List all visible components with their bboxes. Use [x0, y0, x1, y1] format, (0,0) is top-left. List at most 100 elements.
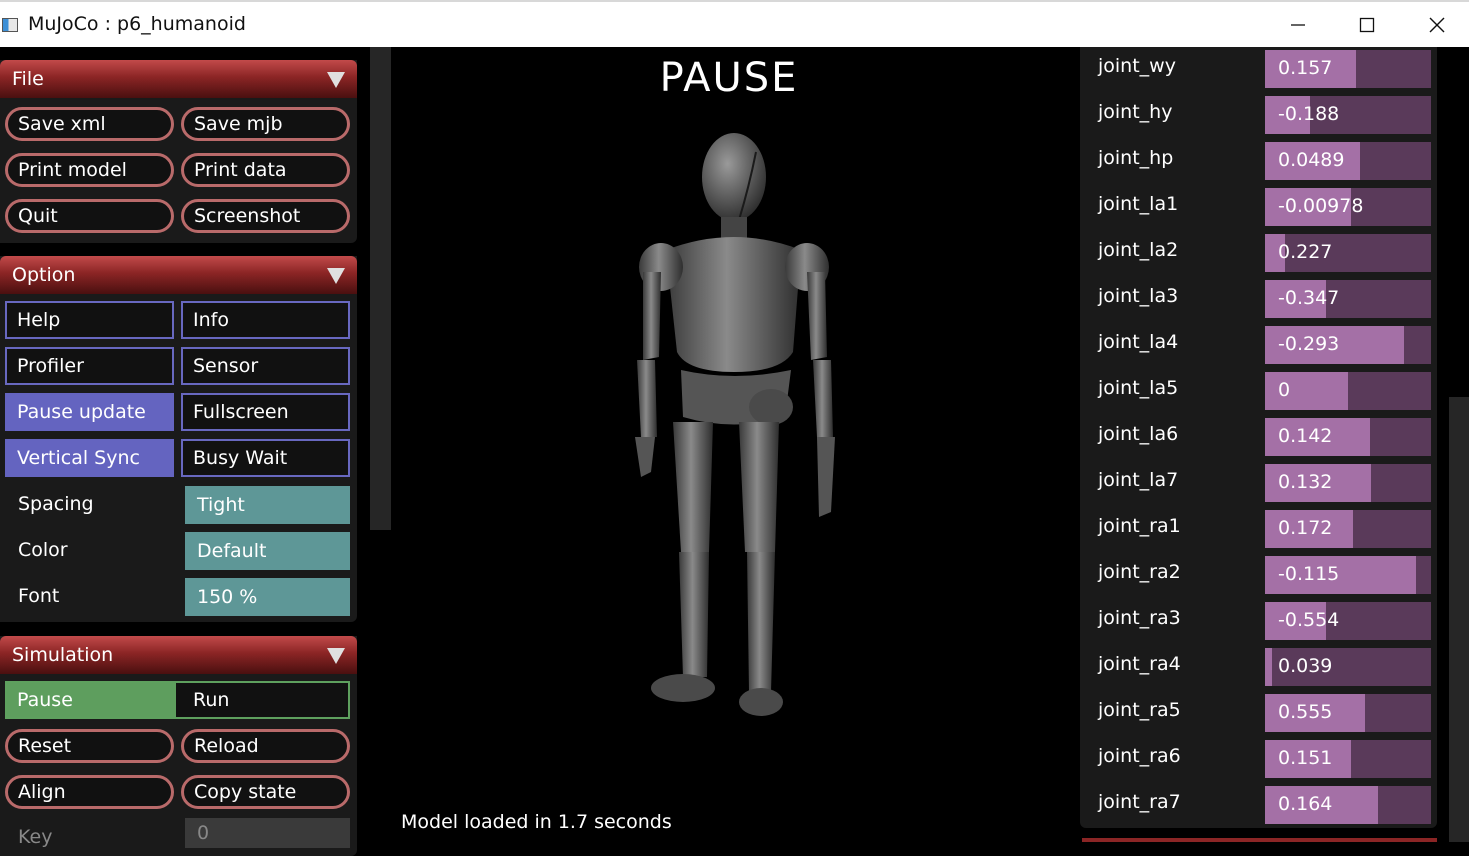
joint-row: joint_ra4 0.039 [1080, 645, 1437, 691]
joint-row: joint_hy -0.188 [1080, 93, 1437, 139]
window-title: MuJoCo : p6_humanoid [28, 13, 246, 35]
reset-button[interactable]: Reset [5, 729, 174, 763]
simulation-section-header[interactable]: Simulation [0, 636, 357, 674]
joint-name: joint_la7 [1098, 469, 1179, 491]
minimize-icon [1291, 24, 1305, 26]
joint-slider[interactable]: -0.554 [1265, 602, 1431, 640]
key-label: Key [18, 826, 53, 848]
left-panel-scrollbar[interactable] [370, 47, 391, 842]
screenshot-button[interactable]: Screenshot [181, 199, 350, 233]
close-icon [1429, 17, 1445, 33]
triangle-down-icon [327, 72, 345, 88]
joint-value: -0.347 [1278, 287, 1340, 309]
joint-row: joint_la6 0.142 [1080, 415, 1437, 461]
pause-update-toggle[interactable]: Pause update [5, 393, 174, 431]
joint-value: 0.132 [1278, 471, 1333, 493]
joint-row: joint_la4 -0.293 [1080, 323, 1437, 369]
joint-slider[interactable]: 0.039 [1265, 648, 1431, 686]
joint-value: -0.188 [1278, 103, 1340, 125]
joint-row: joint_la7 0.132 [1080, 461, 1437, 507]
joint-slider[interactable]: 0.132 [1265, 464, 1431, 502]
joint-value: 0.039 [1278, 655, 1333, 677]
joint-row: joint_la2 0.227 [1080, 231, 1437, 277]
profiler-toggle[interactable]: Profiler [5, 347, 174, 385]
quit-button[interactable]: Quit [5, 199, 174, 233]
run-option[interactable]: Run [183, 683, 348, 717]
joint-name: joint_la2 [1098, 239, 1179, 261]
pause-option[interactable]: Pause [7, 683, 176, 717]
print-model-button[interactable]: Print model [5, 153, 174, 187]
option-section-header[interactable]: Option [0, 256, 357, 294]
joint-row: joint_la3 -0.347 [1080, 277, 1437, 323]
right-ui-panel: joint_wy 0.157 joint_hy -0.188 joint_hp 0.048… [1067, 47, 1469, 842]
copy-state-button[interactable]: Copy state [181, 775, 350, 809]
file-section-title: File [12, 68, 44, 90]
pause-overlay: PAUSE [659, 55, 799, 101]
minimize-button[interactable] [1268, 6, 1328, 44]
joint-name: joint_ra6 [1098, 745, 1181, 767]
joint-slider[interactable]: 0.0489 [1265, 142, 1431, 180]
joint-name: joint_la6 [1098, 423, 1179, 445]
print-data-button[interactable]: Print data [181, 153, 350, 187]
joint-name: joint_ra4 [1098, 653, 1181, 675]
joint-slider[interactable]: 0.157 [1265, 50, 1431, 88]
save-mjb-button[interactable]: Save mjb [181, 107, 350, 141]
3d-viewport[interactable]: PAUSE Model loaded in 1.7 seconds [391, 47, 1067, 842]
simulation-section: Simulation Pause Run Reset Reload Align … [0, 636, 357, 856]
next-section-header-edge [1082, 838, 1437, 842]
joint-slider[interactable]: 0.227 [1265, 234, 1431, 272]
joint-slider[interactable]: -0.00978 [1265, 188, 1431, 226]
right-panel-scrollbar[interactable] [1449, 397, 1469, 842]
joint-name: joint_hp [1098, 147, 1174, 169]
joint-value: -0.554 [1278, 609, 1340, 631]
spacing-select[interactable]: Tight [185, 486, 350, 524]
joint-value: 0 [1278, 379, 1291, 401]
joint-slider[interactable]: 0.164 [1265, 786, 1431, 824]
joint-row: joint_ra6 0.151 [1080, 737, 1437, 783]
reload-button[interactable]: Reload [181, 729, 350, 763]
joint-value: -0.00978 [1278, 195, 1364, 217]
joint-row: joint_ra3 -0.554 [1080, 599, 1437, 645]
joint-slider[interactable]: 0.142 [1265, 418, 1431, 456]
joint-value: 0.0489 [1278, 149, 1345, 171]
align-button[interactable]: Align [5, 775, 174, 809]
info-toggle[interactable]: Info [181, 301, 350, 339]
window-titlebar: MuJoCo : p6_humanoid [0, 0, 1469, 47]
joint-slider[interactable]: -0.293 [1265, 326, 1431, 364]
joint-name: joint_ra7 [1098, 791, 1181, 813]
color-select[interactable]: Default [185, 532, 350, 570]
run-mode-radio: Pause Run [5, 681, 350, 719]
joint-value: 0.142 [1278, 425, 1333, 447]
option-section-title: Option [12, 264, 76, 286]
close-button[interactable] [1407, 6, 1467, 44]
option-section: Option Help Info Profiler Sensor Pause u… [0, 256, 357, 622]
key-slider[interactable]: 0 [185, 818, 350, 848]
joint-value: 0.227 [1278, 241, 1333, 263]
joint-slider[interactable]: -0.188 [1265, 96, 1431, 134]
file-section-header[interactable]: File [0, 60, 357, 98]
joint-slider[interactable]: 0.555 [1265, 694, 1431, 732]
joint-value: -0.115 [1278, 563, 1340, 585]
joint-row: joint_la1 -0.00978 [1080, 185, 1437, 231]
joint-slider[interactable]: 0 [1265, 372, 1431, 410]
sensor-toggle[interactable]: Sensor [181, 347, 350, 385]
help-toggle[interactable]: Help [5, 301, 174, 339]
joint-name: joint_ra5 [1098, 699, 1181, 721]
joint-name: joint_la4 [1098, 331, 1179, 353]
save-xml-button[interactable]: Save xml [5, 107, 174, 141]
vertical-sync-toggle[interactable]: Vertical Sync [5, 439, 174, 477]
joint-slider[interactable]: -0.347 [1265, 280, 1431, 318]
joint-slider[interactable]: -0.115 [1265, 556, 1431, 594]
joint-name: joint_la1 [1098, 193, 1179, 215]
fullscreen-toggle[interactable]: Fullscreen [181, 393, 350, 431]
font-select[interactable]: 150 % [185, 578, 350, 616]
busy-wait-toggle[interactable]: Busy Wait [181, 439, 350, 477]
maximize-button[interactable] [1337, 6, 1397, 44]
joint-slider[interactable]: 0.151 [1265, 740, 1431, 778]
font-label: Font [18, 585, 60, 607]
triangle-down-icon [327, 268, 345, 284]
left-scrollbar-thumb[interactable] [370, 47, 391, 530]
joint-slider[interactable]: 0.172 [1265, 510, 1431, 548]
joint-value: 0.172 [1278, 517, 1333, 539]
maximize-icon [1359, 17, 1375, 33]
